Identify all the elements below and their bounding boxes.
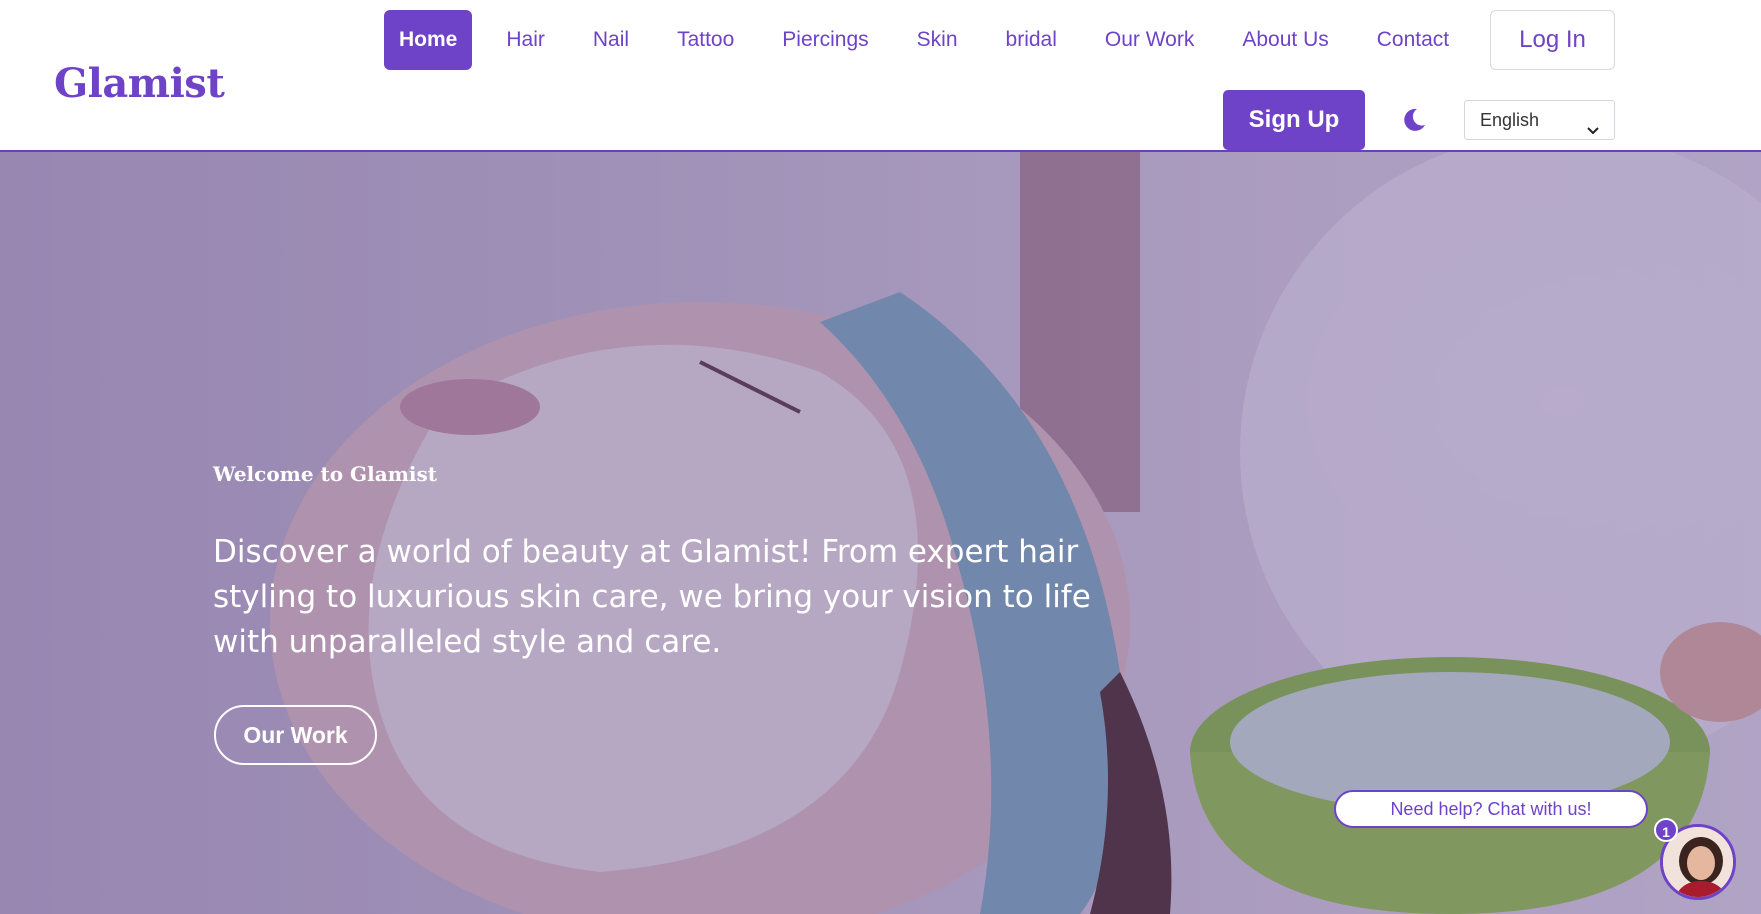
nav-item-home[interactable]: Home xyxy=(384,10,473,70)
nav-item-about-us[interactable]: About Us xyxy=(1218,10,1352,70)
nav-item-contact[interactable]: Contact xyxy=(1353,10,1473,70)
nav-item-our-work[interactable]: Our Work xyxy=(1081,10,1218,70)
hero-welcome-text: Welcome to Glamist xyxy=(213,462,437,486)
our-work-button[interactable]: Our Work xyxy=(214,705,377,765)
site-logo[interactable]: Glamist xyxy=(54,60,225,107)
nav-item-bridal[interactable]: bridal xyxy=(982,10,1081,70)
login-button[interactable]: Log In xyxy=(1490,10,1615,70)
nav-item-hair[interactable]: Hair xyxy=(482,10,569,70)
nav-item-nail[interactable]: Nail xyxy=(569,10,653,70)
chat-prompt-bubble[interactable]: Need help? Chat with us! xyxy=(1334,790,1648,828)
nav-item-tattoo[interactable]: Tattoo xyxy=(653,10,758,70)
language-selected-value: English xyxy=(1480,110,1540,130)
chat-notification-badge: 1 xyxy=(1654,818,1678,842)
signup-button[interactable]: Sign Up xyxy=(1223,90,1365,150)
main-nav: Home Hair Nail Tattoo Piercings Skin bri… xyxy=(384,10,1473,70)
hero-section: Welcome to Glamist Discover a world of b… xyxy=(0,152,1761,914)
hero-description: Discover a world of beauty at Glamist! F… xyxy=(213,534,1091,660)
language-select[interactable]: English xyxy=(1464,100,1615,140)
site-header: Glamist Home Hair Nail Tattoo Piercings … xyxy=(0,0,1761,152)
nav-item-skin[interactable]: Skin xyxy=(893,10,982,70)
chevron-down-icon xyxy=(1586,113,1600,135)
nav-item-piercings[interactable]: Piercings xyxy=(758,10,892,70)
moon-icon[interactable] xyxy=(1400,106,1428,134)
